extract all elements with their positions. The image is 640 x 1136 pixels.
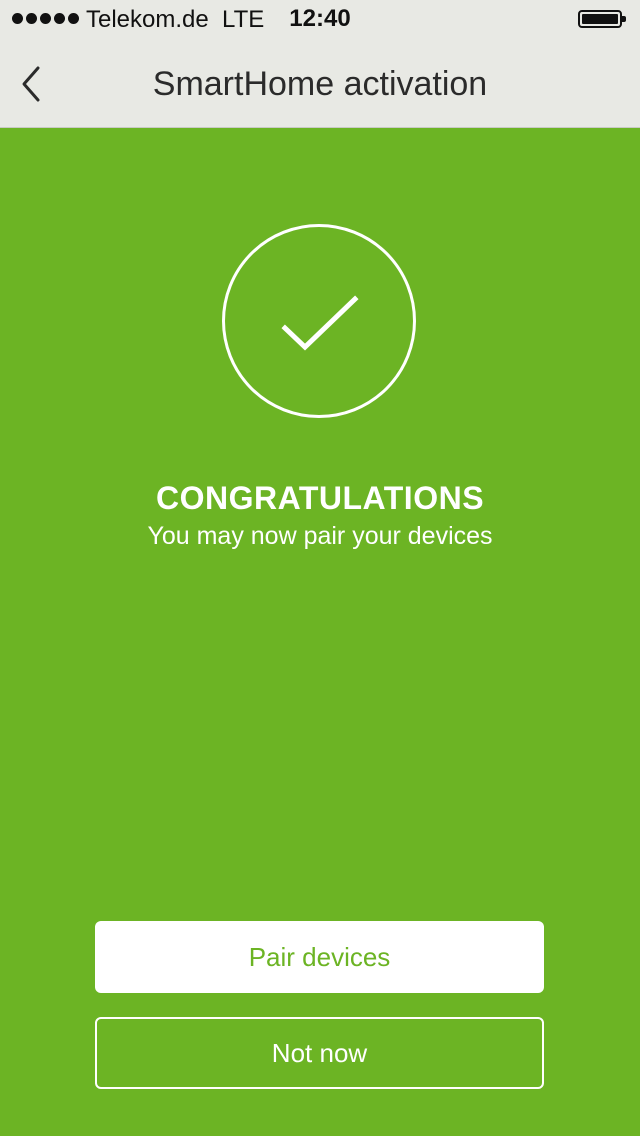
success-subline: You may now pair your devices: [147, 522, 493, 550]
activation-success-panel: CONGRATULATIONS You may now pair your de…: [0, 128, 640, 1136]
pair-devices-label: Pair devices: [248, 941, 391, 972]
navigation-bar: SmartHome activation: [0, 40, 640, 128]
page-title: SmartHome activation: [152, 65, 488, 103]
status-time: 12:40: [289, 5, 351, 32]
success-headline: CONGRATULATIONS: [155, 480, 485, 516]
checkmark-icon: [281, 295, 359, 351]
pair-devices-button[interactable]: Pair devices: [95, 921, 544, 993]
checkmark-circle-icon: [222, 224, 416, 418]
not-now-button[interactable]: Not now: [95, 1017, 544, 1089]
not-now-label: Not now: [271, 1037, 368, 1068]
battery-icon: [578, 10, 626, 28]
status-bar: Telekom.de LTE 12:40: [0, 0, 640, 40]
